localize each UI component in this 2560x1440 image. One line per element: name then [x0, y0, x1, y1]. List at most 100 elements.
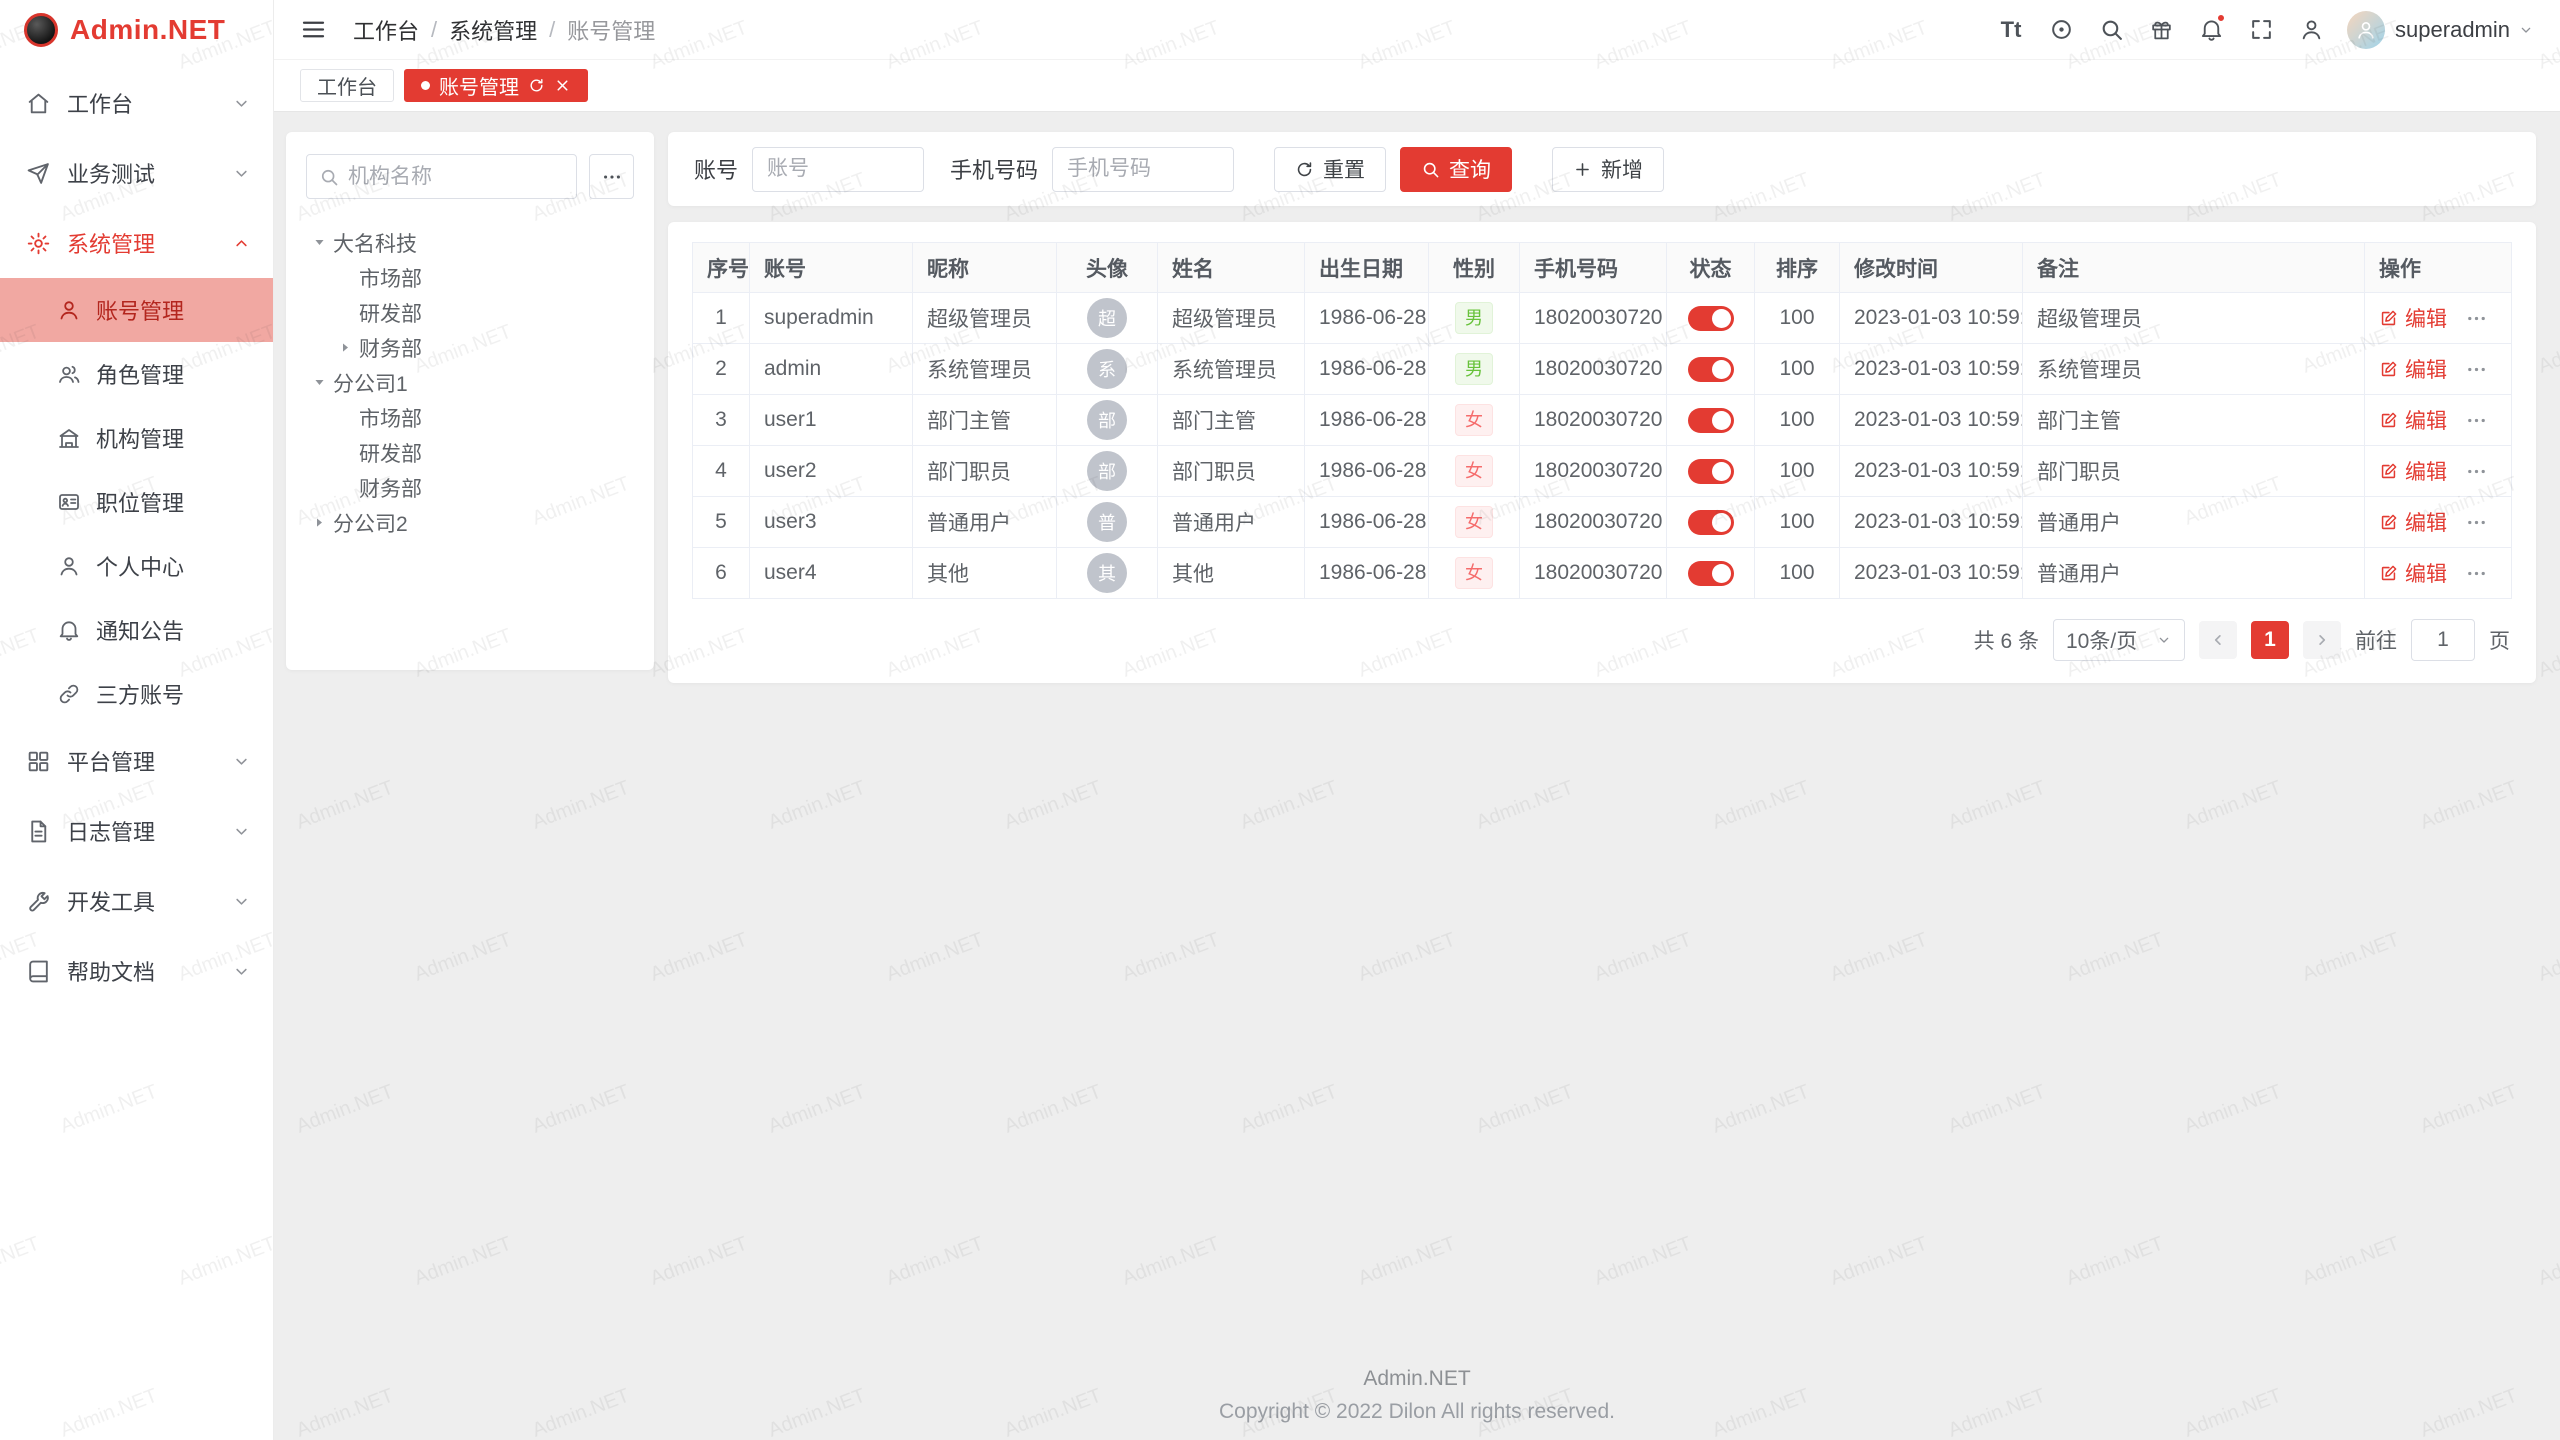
- sidebar-item-personal-center[interactable]: 个人中心: [0, 534, 273, 598]
- tree-node-branch-2[interactable]: 分公司2: [306, 505, 634, 540]
- refresh-icon[interactable]: [528, 77, 545, 94]
- search-button-label: 查询: [1449, 154, 1491, 184]
- font-size-action[interactable]: Tt: [1989, 8, 2033, 52]
- cell-birthdate: 1986-06-28: [1305, 344, 1429, 395]
- search-action[interactable]: [2089, 8, 2133, 52]
- edit-button[interactable]: 编辑: [2379, 303, 2447, 333]
- sidebar-item-account-management[interactable]: 账号管理: [0, 278, 273, 342]
- status-toggle[interactable]: [1688, 306, 1734, 331]
- toggle-knob: [1712, 513, 1731, 532]
- status-toggle[interactable]: [1688, 408, 1734, 433]
- tree-node-market-dept-2[interactable]: 市场部: [306, 400, 634, 435]
- tree-caret: [332, 299, 359, 326]
- send-icon: [26, 161, 51, 186]
- reset-button[interactable]: 重置: [1274, 147, 1386, 192]
- status-toggle[interactable]: [1688, 510, 1734, 535]
- sidebar-item-third-party-account[interactable]: 三方账号: [0, 662, 273, 726]
- sidebar-item-workbench[interactable]: 工作台: [0, 68, 273, 138]
- breadcrumb-item[interactable]: 工作台: [353, 14, 419, 46]
- next-page-button[interactable]: [2303, 621, 2341, 659]
- cell-index: 5: [693, 497, 750, 548]
- fullscreen-action[interactable]: [2239, 8, 2283, 52]
- sidebar-item-label: 三方账号: [96, 678, 184, 710]
- page-size-select[interactable]: 10条/页: [2053, 619, 2185, 661]
- cell-index: 6: [693, 548, 750, 599]
- edit-button[interactable]: 编辑: [2379, 456, 2447, 486]
- tree-node-branch-1[interactable]: 分公司1: [306, 365, 634, 400]
- tree-node-finance-dept-1[interactable]: 财务部: [306, 330, 634, 365]
- tab-workbench[interactable]: 工作台: [300, 69, 394, 102]
- user-menu[interactable]: superadmin: [2347, 11, 2534, 49]
- notifications-action[interactable]: [2189, 8, 2233, 52]
- cell-sort: 100: [1755, 395, 1840, 446]
- cell-account: user2: [750, 446, 913, 497]
- tree-node-daming-tech[interactable]: 大名科技: [306, 225, 634, 260]
- prev-page-button[interactable]: [2199, 621, 2237, 659]
- caret-right-icon: [338, 340, 353, 355]
- cell-avatar: 部: [1057, 395, 1158, 446]
- sidebar-item-business-test[interactable]: 业务测试: [0, 138, 273, 208]
- phone-filter-input[interactable]: [1052, 147, 1234, 192]
- profile-action[interactable]: [2289, 8, 2333, 52]
- cell-avatar: 系: [1057, 344, 1158, 395]
- edit-button[interactable]: 编辑: [2379, 507, 2447, 537]
- more-actions-icon[interactable]: [2465, 358, 2488, 381]
- chevron-left-icon: [2209, 631, 2227, 649]
- status-toggle[interactable]: [1688, 561, 1734, 586]
- more-actions-icon[interactable]: [2465, 460, 2488, 483]
- org-more-button[interactable]: [589, 154, 634, 199]
- user-icon: [2299, 17, 2324, 42]
- close-icon[interactable]: [554, 77, 571, 94]
- edit-icon: [2379, 360, 2398, 379]
- org-search-field[interactable]: [306, 154, 577, 199]
- sidebar-item-platform-management[interactable]: 平台管理: [0, 726, 273, 796]
- account-filter-input[interactable]: [752, 147, 924, 192]
- status-toggle[interactable]: [1688, 459, 1734, 484]
- page-unit-label: 页: [2489, 625, 2510, 655]
- more-actions-icon[interactable]: [2465, 562, 2488, 585]
- tree-caret[interactable]: [306, 369, 333, 396]
- edit-button[interactable]: 编辑: [2379, 354, 2447, 384]
- sidebar-item-system-management[interactable]: 系统管理: [0, 208, 273, 278]
- tree-node-rd-dept-2[interactable]: 研发部: [306, 435, 634, 470]
- status-toggle[interactable]: [1688, 357, 1734, 382]
- more-actions-icon[interactable]: [2465, 511, 2488, 534]
- refresh-icon: [1295, 160, 1314, 179]
- sidebar-item-help-docs[interactable]: 帮助文档: [0, 936, 273, 1006]
- sidebar-item-position-management[interactable]: 职位管理: [0, 470, 273, 534]
- edit-button-label: 编辑: [2405, 405, 2447, 435]
- sidebar-item-role-management[interactable]: 角色管理: [0, 342, 273, 406]
- sidebar-item-dev-tools[interactable]: 开发工具: [0, 866, 273, 936]
- app-logo[interactable]: Admin.NET: [0, 0, 273, 60]
- cell-status: [1667, 395, 1755, 446]
- goto-page-input[interactable]: [2411, 619, 2475, 661]
- search-button[interactable]: 查询: [1400, 147, 1512, 192]
- cell-phone: 18020030720: [1520, 548, 1667, 599]
- edit-button[interactable]: 编辑: [2379, 405, 2447, 435]
- tree-caret[interactable]: [306, 509, 333, 536]
- chevron-down-icon: [232, 752, 251, 771]
- edit-button[interactable]: 编辑: [2379, 558, 2447, 588]
- add-button[interactable]: 新增: [1552, 147, 1664, 192]
- sidebar-item-org-management[interactable]: 机构管理: [0, 406, 273, 470]
- page-1-button[interactable]: 1: [2251, 621, 2289, 659]
- sidebar-collapse-icon[interactable]: [300, 16, 327, 43]
- tree-node-finance-dept-2[interactable]: 财务部: [306, 470, 634, 505]
- gender-tag: 女: [1455, 455, 1493, 487]
- tree-caret[interactable]: [332, 334, 359, 361]
- more-actions-icon[interactable]: [2465, 409, 2488, 432]
- plus-icon: [1573, 160, 1592, 179]
- sidebar-item-notice-announcement[interactable]: 通知公告: [0, 598, 273, 662]
- theme-action[interactable]: [2039, 8, 2083, 52]
- more-actions-icon[interactable]: [2465, 307, 2488, 330]
- tab-account-management[interactable]: 账号管理: [404, 69, 588, 102]
- sidebar-item-label: 日志管理: [67, 815, 232, 847]
- gift-action[interactable]: [2139, 8, 2183, 52]
- font-size-icon: Tt: [2001, 19, 2022, 41]
- org-search-input[interactable]: [348, 165, 564, 189]
- tree-caret[interactable]: [306, 229, 333, 256]
- tree-node-market-dept-1[interactable]: 市场部: [306, 260, 634, 295]
- breadcrumb-item[interactable]: 系统管理: [449, 14, 537, 46]
- sidebar-item-log-management[interactable]: 日志管理: [0, 796, 273, 866]
- tree-node-rd-dept-1[interactable]: 研发部: [306, 295, 634, 330]
